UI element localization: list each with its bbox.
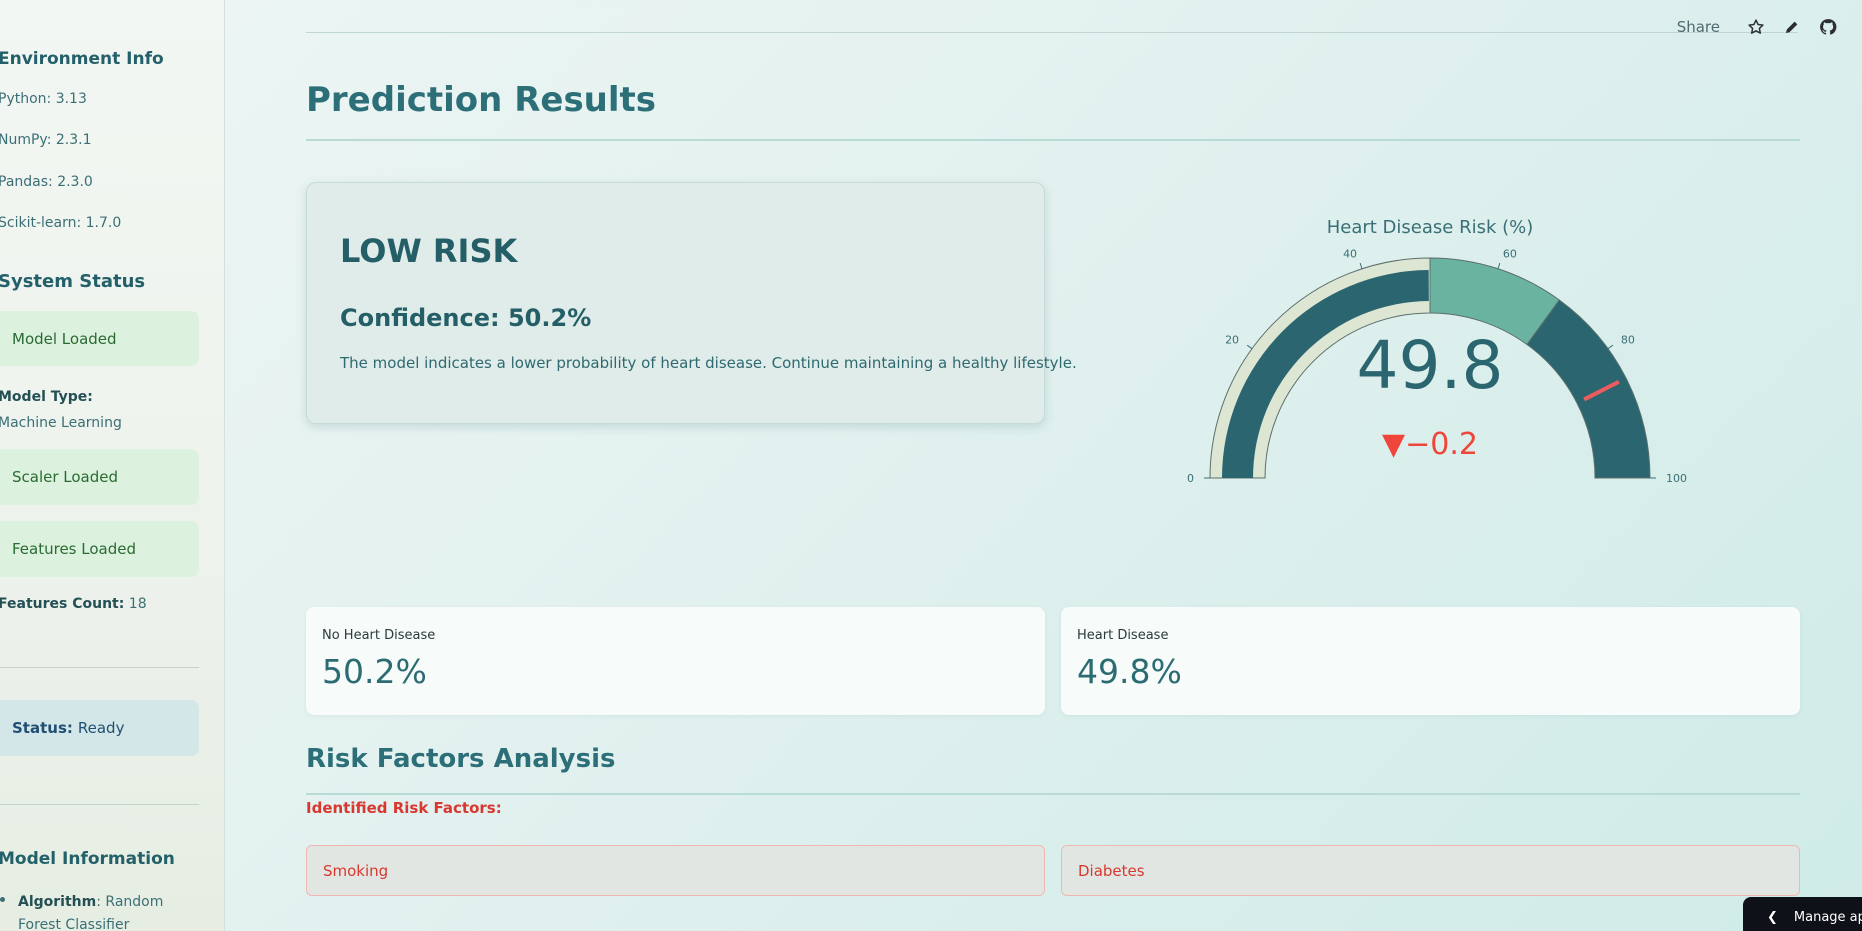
pencil-icon[interactable] <box>1774 16 1810 38</box>
metric-no-heart-disease: No Heart Disease 50.2% <box>306 607 1045 715</box>
model-type-info: Model Type: Machine Learning <box>0 384 148 436</box>
model-type-label: Model Type: <box>0 389 93 405</box>
features-count-label: Features Count: <box>0 596 125 612</box>
model-loaded-alert: Model Loaded <box>0 311 199 366</box>
star-icon[interactable] <box>1738 16 1774 38</box>
chevron-left-icon: ❮ <box>1767 909 1778 925</box>
gauge-step-2 <box>1526 299 1651 479</box>
risk-factor-text: Smoking <box>323 861 389 880</box>
risk-result-card: LOW RISK Confidence: 50.2% The model ind… <box>306 182 1077 424</box>
heart-disease-risk-gauge: 0 20 40 60 80 100 49.8 ▼−0.2 <box>1187 248 1687 485</box>
risk-message: The model indicates a lower probability … <box>340 354 1077 372</box>
share-button[interactable]: Share <box>1677 18 1720 36</box>
gauge-tick-label-0: 0 <box>1187 472 1194 485</box>
sklearn-version: Scikit-learn: 1.7.0 <box>0 215 122 231</box>
gauge-value-text: 49.8 <box>1357 327 1504 404</box>
environment-info-heading: Environment Info <box>0 49 164 69</box>
gauge-tick-label-5: 100 <box>1666 472 1687 485</box>
sidebar: Environment Info Python: 3.13 NumPy: 2.3… <box>0 0 225 931</box>
model-loaded-text: Model Loaded <box>12 329 117 348</box>
status-value: Ready <box>77 719 125 737</box>
sidebar-divider <box>0 667 199 668</box>
risk-factor-text: Diabetes <box>1078 861 1145 880</box>
bullet-dot <box>0 897 5 902</box>
gauge-tick-mark <box>1246 344 1253 350</box>
metric-heart-disease: Heart Disease 49.8% <box>1061 607 1800 715</box>
gauge-tick-label-3: 60 <box>1503 248 1517 261</box>
algorithm-list-item: Algorithm: Random Forest Classifier <box>18 891 208 931</box>
risk-factor-smoking: Smoking <box>306 845 1045 896</box>
metric-value: 50.2% <box>322 652 427 691</box>
scaler-loaded-alert: Scaler Loaded <box>0 449 199 505</box>
pandas-version: Pandas: 2.3.0 <box>0 174 93 190</box>
gauge-tick-label-2: 40 <box>1343 248 1357 261</box>
gauge-delta-text: ▼−0.2 <box>1382 427 1478 462</box>
status-info-box: Status: Ready <box>0 700 199 756</box>
risk-level-heading: LOW RISK <box>340 232 518 270</box>
algorithm-label: Algorithm <box>18 894 97 910</box>
python-version: Python: 3.13 <box>0 91 87 107</box>
model-information-heading: Model Information <box>0 849 175 869</box>
risk-factors-heading: Risk Factors Analysis <box>306 744 616 774</box>
features-loaded-text: Features Loaded <box>12 540 136 558</box>
metric-label: No Heart Disease <box>322 628 436 643</box>
model-type-value: Machine Learning <box>0 415 122 431</box>
manage-app-label: Manage app <box>1793 909 1862 925</box>
gauge-tick-label-1: 20 <box>1225 333 1239 346</box>
confidence-heading: Confidence: 50.2% <box>340 304 592 332</box>
manage-app-button[interactable]: ❮ Manage app <box>1743 897 1862 931</box>
features-count-value: 18 <box>128 596 147 612</box>
status-label: Status: <box>12 719 73 737</box>
scaler-loaded-text: Scaler Loaded <box>12 468 119 486</box>
gauge-tick-mark <box>1497 262 1501 269</box>
risk-factor-diabetes: Diabetes <box>1061 845 1800 896</box>
gauge-tick-mark <box>1607 344 1614 350</box>
page-title: Prediction Results <box>306 80 657 120</box>
numpy-version: NumPy: 2.3.1 <box>0 132 92 148</box>
gauge-tick-label-4: 80 <box>1621 333 1635 346</box>
features-loaded-alert: Features Loaded <box>0 521 199 577</box>
sidebar-divider <box>0 804 199 805</box>
app-toolbar: Share <box>1677 16 1846 38</box>
risk-factors-divider <box>306 793 1800 795</box>
title-divider <box>306 139 1800 141</box>
header-divider <box>306 32 1798 33</box>
metric-value: 49.8% <box>1077 652 1182 691</box>
metric-label: Heart Disease <box>1077 628 1169 643</box>
gauge-tick-mark <box>1359 262 1363 269</box>
system-status-heading: System Status <box>0 271 146 292</box>
features-count-info: Features Count: 18 <box>0 596 147 612</box>
github-icon[interactable] <box>1810 16 1846 38</box>
identified-risk-factors-label: Identified Risk Factors: <box>306 799 502 817</box>
